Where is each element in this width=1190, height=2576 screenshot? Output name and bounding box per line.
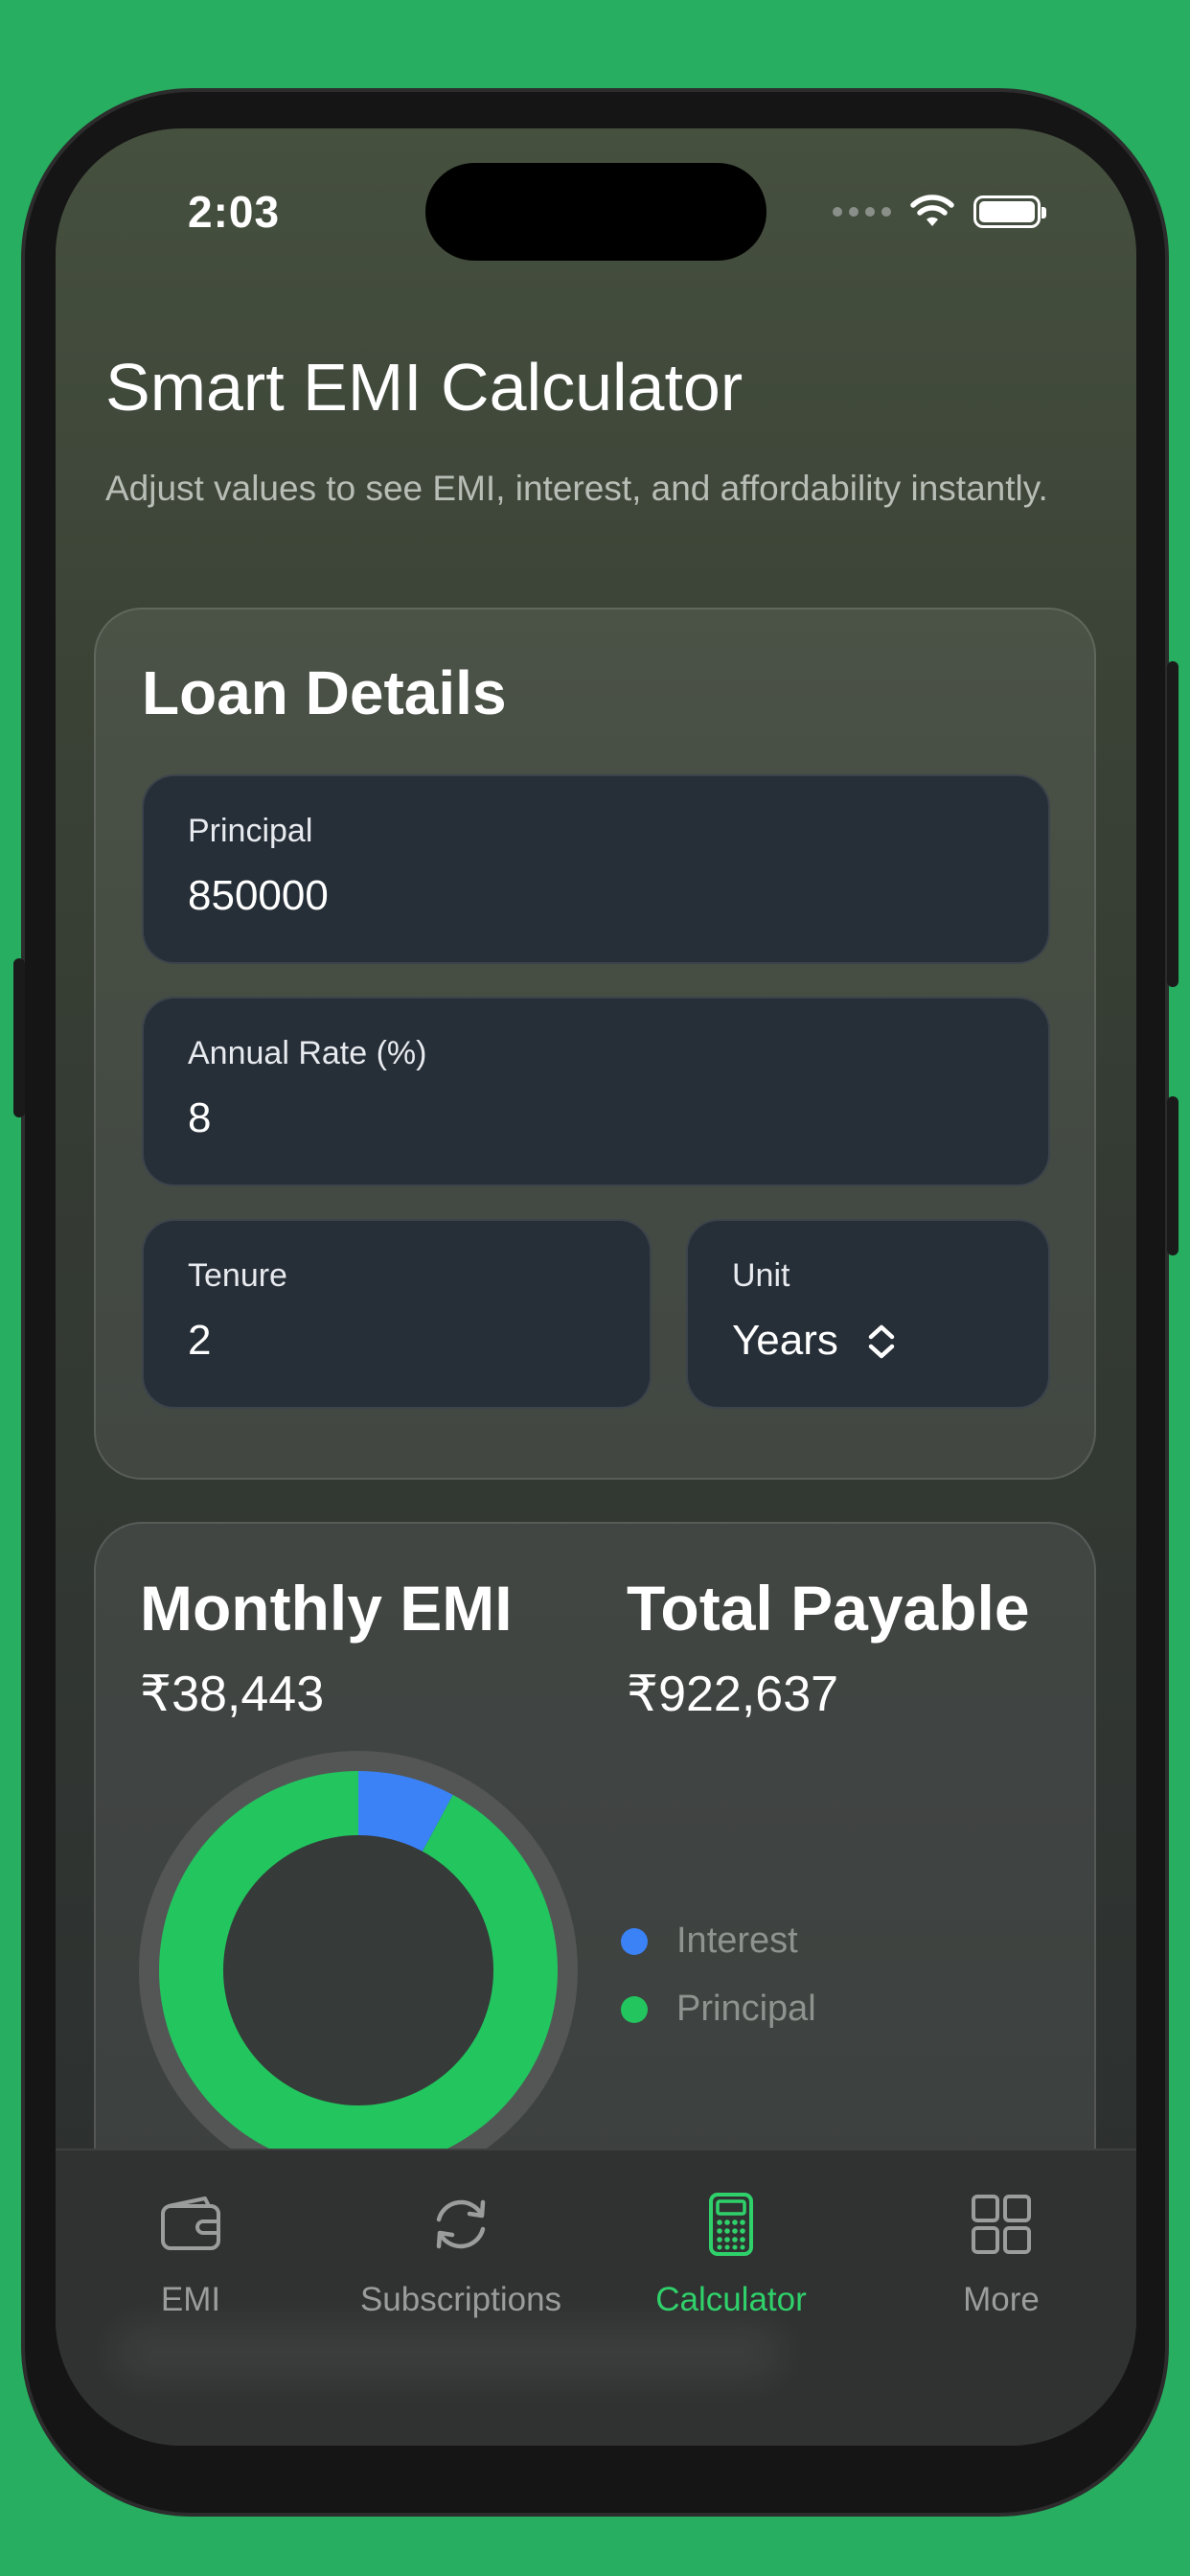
- wallet-icon: [161, 2196, 220, 2250]
- page-title: Smart EMI Calculator: [105, 350, 744, 425]
- calculator-icon: [709, 2193, 753, 2256]
- principal-field[interactable]: Principal: [142, 774, 1050, 964]
- monthly-emi-value: ₹38,443: [140, 1667, 325, 1722]
- side-button-right-bottom: [1167, 1096, 1179, 1255]
- annual-rate-input[interactable]: [188, 1094, 912, 1142]
- tenure-input[interactable]: [188, 1317, 593, 1365]
- page-subtitle: Adjust values to see EMI, interest, and …: [105, 469, 1048, 508]
- dynamic-island: [425, 163, 767, 261]
- annual-rate-label: Annual Rate (%): [188, 1035, 427, 1071]
- interest-principal-donut-chart: [139, 1751, 578, 2190]
- side-button-right-top: [1167, 661, 1179, 987]
- refresh-icon: [436, 2199, 486, 2249]
- loan-details-heading: Loan Details: [142, 658, 507, 727]
- tab-label-subscriptions: Subscriptions: [359, 2281, 562, 2318]
- wifi-icon: [910, 195, 954, 226]
- cellular-signal-icon: [833, 207, 891, 217]
- legend-dot-interest: [621, 1927, 648, 1955]
- tab-label-emi: EMI: [160, 2281, 221, 2318]
- legend-item-interest: Interest: [621, 1920, 816, 1962]
- side-button-left: [13, 958, 25, 1117]
- status-icons: [833, 194, 1046, 230]
- legend-item-principal: Principal: [621, 1989, 816, 2030]
- total-payable-label: Total Payable: [627, 1573, 1030, 1644]
- tab-more[interactable]: More: [866, 2189, 1136, 2319]
- unit-label: Unit: [732, 1257, 790, 1294]
- tab-label-more: More: [963, 2281, 1040, 2318]
- tenure-field[interactable]: Tenure: [142, 1219, 652, 1409]
- tenure-label: Tenure: [188, 1257, 287, 1294]
- principal-label: Principal: [188, 813, 313, 849]
- legend-label-interest: Interest: [676, 1920, 798, 1961]
- bottom-tab-bar: EMI Subscriptions Calculator More: [56, 2149, 1136, 2446]
- annual-rate-field[interactable]: Annual Rate (%): [142, 997, 1050, 1186]
- grid-icon: [972, 2195, 1031, 2254]
- app-screen: 2:03 Smart EMI Calculator Adjust values …: [56, 128, 1136, 2446]
- tab-label-calculator: Calculator: [655, 2281, 807, 2318]
- unit-picker[interactable]: Unit Years: [686, 1219, 1050, 1409]
- chart-legend: Interest Principal: [621, 1920, 816, 2057]
- total-payable-value: ₹922,637: [627, 1667, 839, 1722]
- loan-details-card: Loan Details Principal Annual Rate (%) T…: [94, 608, 1096, 1480]
- tab-emi[interactable]: EMI: [56, 2189, 326, 2319]
- blurred-overlay: [113, 2323, 784, 2380]
- battery-icon: [973, 196, 1046, 228]
- legend-label-principal: Principal: [676, 1989, 816, 2029]
- tab-calculator[interactable]: Calculator: [596, 2189, 866, 2319]
- legend-dot-principal: [621, 1995, 648, 2023]
- principal-input[interactable]: [188, 872, 912, 920]
- donut-hole: [223, 1835, 493, 2105]
- tab-subscriptions[interactable]: Subscriptions: [326, 2189, 596, 2319]
- status-time: 2:03: [188, 187, 281, 237]
- monthly-emi-label: Monthly EMI: [140, 1573, 513, 1644]
- chevron-up-down-icon: [868, 1324, 895, 1359]
